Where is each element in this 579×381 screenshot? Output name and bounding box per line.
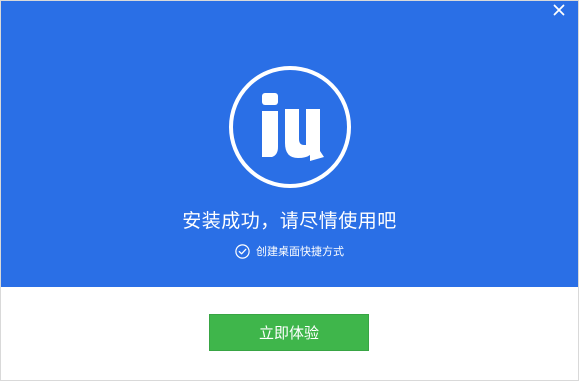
check-circle-icon: [235, 243, 250, 259]
shortcut-label: 创建桌面快捷方式: [256, 245, 344, 258]
start-experience-button[interactable]: 立即体验: [209, 314, 369, 351]
close-icon: [553, 4, 565, 16]
installer-window: 安装成功，请尽情使用吧 创建桌面快捷方式 立即体验: [0, 0, 579, 381]
hero-banner: 安装成功，请尽情使用吧 创建桌面快捷方式: [1, 1, 578, 287]
shortcut-checkbox[interactable]: [235, 243, 250, 259]
create-shortcut-option[interactable]: 创建桌面快捷方式: [1, 243, 578, 259]
close-button[interactable]: [546, 1, 572, 19]
iu-logo-icon: [229, 66, 351, 188]
success-headline: 安装成功，请尽情使用吧: [182, 210, 397, 232]
